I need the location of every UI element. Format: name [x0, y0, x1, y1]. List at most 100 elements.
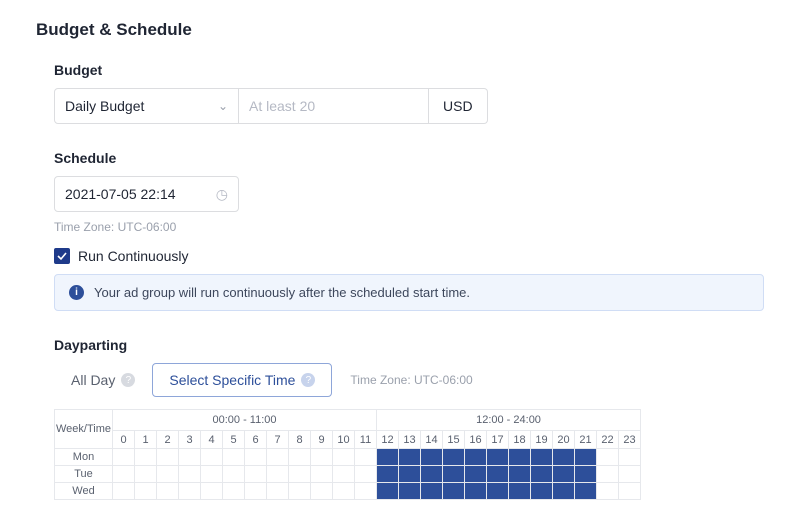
dayparting-cell[interactable]: [575, 449, 597, 466]
dayparting-cell[interactable]: [421, 483, 443, 500]
dayparting-cell[interactable]: [355, 449, 377, 466]
dayparting-cell[interactable]: [333, 449, 355, 466]
dayparting-cell[interactable]: [553, 483, 575, 500]
schedule-datetime-input[interactable]: 2021-07-05 22:14 ◷: [54, 176, 239, 212]
dayparting-cell[interactable]: [289, 466, 311, 483]
dayparting-cell[interactable]: [157, 449, 179, 466]
dayparting-cell[interactable]: [421, 449, 443, 466]
dayparting-cell[interactable]: [113, 466, 135, 483]
dayparting-cell[interactable]: [201, 449, 223, 466]
section-title: Budget & Schedule: [36, 20, 764, 40]
dayparting-cell[interactable]: [311, 449, 333, 466]
dayparting-cell[interactable]: [443, 466, 465, 483]
dayparting-cell[interactable]: [223, 483, 245, 500]
hour-header: 13: [399, 431, 421, 449]
dayparting-cell[interactable]: [355, 466, 377, 483]
day-label: Mon: [55, 449, 113, 466]
day-label: Wed: [55, 483, 113, 500]
budget-amount-input[interactable]: [239, 88, 429, 124]
hour-header: 16: [465, 431, 487, 449]
hour-header: 11: [355, 431, 377, 449]
dayparting-cell[interactable]: [223, 466, 245, 483]
dayparting-cell[interactable]: [619, 449, 641, 466]
dayparting-cell[interactable]: [531, 449, 553, 466]
dayparting-cell[interactable]: [399, 449, 421, 466]
dayparting-cell[interactable]: [289, 449, 311, 466]
dayparting-cell[interactable]: [223, 449, 245, 466]
dayparting-cell[interactable]: [179, 466, 201, 483]
run-continuously-checkbox[interactable]: [54, 248, 70, 264]
dayparting-cell[interactable]: [531, 483, 553, 500]
dayparting-cell[interactable]: [135, 466, 157, 483]
dayparting-cell[interactable]: [245, 449, 267, 466]
dayparting-cell[interactable]: [289, 483, 311, 500]
hour-header: 0: [113, 431, 135, 449]
dayparting-cell[interactable]: [201, 466, 223, 483]
dayparting-cell[interactable]: [355, 483, 377, 500]
schedule-label: Schedule: [54, 150, 764, 166]
dayparting-cell[interactable]: [267, 449, 289, 466]
dayparting-cell[interactable]: [333, 466, 355, 483]
dayparting-cell[interactable]: [267, 483, 289, 500]
dayparting-cell[interactable]: [333, 483, 355, 500]
dayparting-cell[interactable]: [619, 483, 641, 500]
dayparting-cell[interactable]: [509, 449, 531, 466]
dayparting-cell[interactable]: [575, 483, 597, 500]
dayparting-cell[interactable]: [509, 466, 531, 483]
dayparting-cell[interactable]: [157, 466, 179, 483]
dayparting-cell[interactable]: [135, 483, 157, 500]
dayparting-cell[interactable]: [487, 449, 509, 466]
dayparting-cell[interactable]: [377, 466, 399, 483]
dayparting-cell[interactable]: [201, 483, 223, 500]
dayparting-cell[interactable]: [575, 466, 597, 483]
dayparting-cell[interactable]: [311, 483, 333, 500]
tab-all-day-label: All Day: [71, 372, 115, 388]
dayparting-cell[interactable]: [399, 466, 421, 483]
dayparting-cell[interactable]: [443, 449, 465, 466]
dayparting-cell[interactable]: [399, 483, 421, 500]
budget-currency: USD: [429, 88, 488, 124]
dayparting-cell[interactable]: [553, 466, 575, 483]
dayparting-cell[interactable]: [465, 449, 487, 466]
dayparting-cell[interactable]: [179, 483, 201, 500]
run-continuously-row: Run Continuously: [54, 248, 764, 264]
dayparting-cell[interactable]: [179, 449, 201, 466]
tab-all-day[interactable]: All Day ?: [54, 363, 152, 397]
dayparting-cell[interactable]: [465, 483, 487, 500]
hour-header: 1: [135, 431, 157, 449]
dayparting-grid: Week/Time 00:00 - 11:00 12:00 - 24:00 01…: [54, 409, 641, 500]
hour-header: 8: [289, 431, 311, 449]
dayparting-cell[interactable]: [377, 483, 399, 500]
schedule-timezone: Time Zone: UTC-06:00: [54, 220, 764, 234]
hour-header: 20: [553, 431, 575, 449]
dayparting-cell[interactable]: [245, 466, 267, 483]
dayparting-cell[interactable]: [311, 466, 333, 483]
dayparting-cell[interactable]: [113, 483, 135, 500]
tab-select-specific[interactable]: Select Specific Time ?: [152, 363, 332, 397]
hour-header: 6: [245, 431, 267, 449]
dayparting-cell[interactable]: [157, 483, 179, 500]
dayparting-cell[interactable]: [597, 483, 619, 500]
dayparting-cell[interactable]: [377, 449, 399, 466]
dayparting-cell[interactable]: [509, 483, 531, 500]
dayparting-cell[interactable]: [113, 449, 135, 466]
dayparting-cell[interactable]: [553, 449, 575, 466]
dayparting-cell[interactable]: [619, 466, 641, 483]
dayparting-cell[interactable]: [443, 483, 465, 500]
hour-header: 2: [157, 431, 179, 449]
dayparting-cell[interactable]: [531, 466, 553, 483]
dayparting-cell[interactable]: [597, 466, 619, 483]
hour-header: 4: [201, 431, 223, 449]
budget-type-select[interactable]: Daily Budget ⌄: [54, 88, 239, 124]
budget-label: Budget: [54, 62, 764, 78]
dayparting-cell[interactable]: [245, 483, 267, 500]
dayparting-cell[interactable]: [135, 449, 157, 466]
dayparting-cell[interactable]: [267, 466, 289, 483]
info-icon: i: [69, 285, 84, 300]
budget-section: Budget Daily Budget ⌄ USD: [54, 62, 764, 124]
dayparting-cell[interactable]: [421, 466, 443, 483]
dayparting-cell[interactable]: [465, 466, 487, 483]
dayparting-cell[interactable]: [597, 449, 619, 466]
dayparting-cell[interactable]: [487, 483, 509, 500]
dayparting-cell[interactable]: [487, 466, 509, 483]
